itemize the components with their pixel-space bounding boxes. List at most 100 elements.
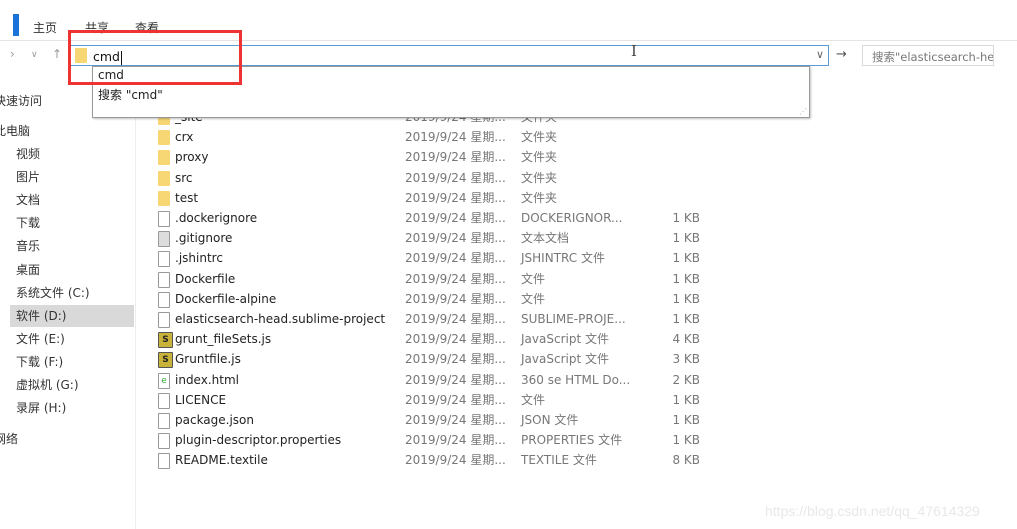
sidebar-item[interactable]: 虚拟机 (G:) (10, 374, 134, 396)
file-name: Gruntfile.js (175, 352, 241, 367)
file-date: 2019/9/24 星期... (405, 190, 506, 205)
file-size: 1 KB (672, 251, 700, 266)
file-type: JavaScript 文件 (521, 332, 609, 347)
file-date: 2019/9/24 星期... (405, 130, 506, 145)
file-row[interactable]: test 2019/9/24 星期... 文件夹 (140, 188, 720, 208)
file-date: 2019/9/24 星期... (405, 150, 506, 165)
file-name: LICENCE (175, 392, 227, 407)
file-size: 4 KB (672, 332, 700, 347)
file-row[interactable]: LICENCE 2019/9/24 星期... 文件 1 KB (140, 390, 720, 410)
sidebar-item-network[interactable]: 网络 (0, 428, 118, 450)
file-row[interactable]: .dockerignore 2019/9/24 星期... DOCKERIGNOR.… (140, 208, 720, 228)
file-type: 文件 (521, 291, 546, 306)
file-type: PROPERTIES 文件 (521, 433, 623, 448)
file-size: 8 KB (672, 453, 700, 468)
file-size: 1 KB (672, 291, 700, 306)
sidebar-item[interactable]: 视频 (10, 143, 134, 165)
file-name: elasticsearch-head.sublime-project (175, 312, 386, 326)
file-row[interactable]: plugin-descriptor.properties 2019/9/24 星期… (140, 430, 720, 450)
file-name: crx (175, 130, 194, 145)
file-row[interactable]: package.json 2019/9/24 星期... JSON 文件 1 KB (140, 410, 720, 430)
sidebar-item[interactable]: 软件 (D:) (10, 304, 134, 327)
navigation-pane: 快速访问 此电脑 视频图片文档下载音乐桌面系统文件 (C:)软件 (D:)文件 … (0, 88, 136, 529)
file-date: 2019/9/24 星期... (405, 433, 506, 448)
file-date: 2019/9/24 星期... (405, 392, 506, 407)
autocomplete-item-search[interactable]: 搜索 "cmd" (98, 86, 163, 103)
file-name: plugin-descriptor.properties (175, 433, 342, 448)
file-size: 1 KB (672, 231, 700, 246)
file-name: index.html (175, 372, 239, 387)
sidebar-item[interactable]: 文档 (10, 189, 134, 211)
file-name: package.json (175, 413, 255, 427)
sidebar-item-this-pc[interactable]: 此电脑 (0, 120, 118, 142)
file-row[interactable]: proxy 2019/9/24 星期... 文件夹 (140, 147, 720, 167)
file-type: JavaScript 文件 (521, 352, 609, 367)
file-date: 2019/9/24 星期... (405, 211, 506, 225)
file-type: 360 se HTML Do... (521, 372, 631, 387)
file-size: 2 KB (672, 372, 700, 387)
file-size: 1 KB (672, 392, 700, 407)
up-arrow-icon[interactable]: ↑ (52, 47, 62, 61)
file-type: 文本文档 (521, 231, 570, 246)
file-row[interactable]: README.textile 2019/9/24 星期... TEXTILE 文件 8… (140, 450, 720, 470)
file-row[interactable]: src 2019/9/24 星期... 文件夹 (140, 168, 720, 188)
file-name: .gitignore (175, 231, 233, 246)
file-size: 1 KB (672, 271, 700, 286)
file-date: 2019/9/24 星期... (405, 231, 506, 246)
file-date: 2019/9/24 星期... (405, 453, 506, 468)
file-type: 文件 (521, 271, 546, 286)
file-name: src (175, 170, 193, 185)
file-date: 2019/9/24 星期... (405, 413, 506, 427)
file-row[interactable]: crx 2019/9/24 星期... 文件夹 (140, 127, 720, 147)
recent-chevron-icon[interactable]: ∨ (31, 50, 38, 60)
file-date: 2019/9/24 星期... (405, 352, 506, 367)
file-row[interactable]: .gitignore 2019/9/24 星期... 文本文档 1 KB (140, 228, 720, 248)
file-row[interactable]: e index.html 2019/9/24 星期... 360 se HTML Do… (140, 370, 720, 390)
sidebar-item[interactable]: 音乐 (10, 235, 134, 257)
sidebar-item[interactable]: 系统文件 (C:) (10, 282, 134, 304)
sidebar-item[interactable]: 下载 (10, 212, 134, 234)
file-type: TEXTILE 文件 (521, 453, 597, 468)
file-row[interactable]: S Gruntfile.js 2019/9/24 星期... JavaScript 文… (140, 349, 720, 369)
file-size: 3 KB (672, 352, 700, 367)
file-row[interactable]: Dockerfile-alpine 2019/9/24 星期... 文件 1 KB (140, 289, 720, 309)
chevron-down-icon[interactable]: ∨ (816, 48, 824, 61)
file-size: 1 KB (672, 211, 700, 225)
ribbon-file-tab[interactable] (13, 14, 19, 36)
file-date: 2019/9/24 星期... (405, 251, 506, 266)
sidebar-item[interactable]: 下载 (F:) (10, 351, 134, 373)
file-row[interactable]: elasticsearch-head.sublime-project 2019/9… (140, 309, 720, 329)
file-name: Dockerfile-alpine (175, 291, 277, 306)
sidebar-item[interactable]: 桌面 (10, 259, 134, 281)
file-date: 2019/9/24 星期... (405, 372, 506, 387)
file-name: grunt_fileSets.js (175, 332, 272, 347)
sidebar-item[interactable]: 文件 (E:) (10, 328, 134, 350)
file-type: DOCKERIGNOR... (521, 211, 623, 225)
file-size: 1 KB (672, 413, 700, 427)
resize-grip-icon[interactable]: ⋰ (799, 107, 807, 116)
forward-icon[interactable]: › (10, 47, 15, 61)
file-type: 文件夹 (521, 150, 558, 165)
file-row[interactable]: .jshintrc 2019/9/24 星期... JSHINTRC 文件 1 KB (140, 248, 720, 268)
file-name: README.textile (175, 453, 268, 468)
file-date: 2019/9/24 星期... (405, 312, 506, 326)
file-row[interactable]: Dockerfile 2019/9/24 星期... 文件 1 KB (140, 269, 720, 289)
file-type: 文件夹 (521, 130, 558, 145)
search-input[interactable]: 搜索"elasticsearch-hea (862, 45, 994, 66)
file-date: 2019/9/24 星期... (405, 170, 506, 185)
file-type: 文件夹 (521, 170, 558, 185)
file-name: proxy (175, 150, 209, 165)
file-type: JSHINTRC 文件 (521, 251, 605, 266)
highlight-box (68, 30, 242, 85)
tab-home[interactable]: 主页 (33, 19, 57, 36)
file-name: test (175, 190, 199, 205)
file-type: SUBLIME-PROJE... (521, 312, 626, 326)
watermark: https://blog.csdn.net/qq_47614329 (765, 503, 980, 519)
file-type: 文件夹 (521, 190, 558, 205)
file-row[interactable]: Sgrunt_fileSets.js 2019/9/24 星期... JavaScr… (140, 329, 720, 349)
go-arrow-icon[interactable]: → (836, 47, 847, 62)
ibeam-cursor-icon: I (631, 42, 637, 60)
file-size: 1 KB (672, 312, 700, 326)
sidebar-item[interactable]: 录屏 (H:) (10, 397, 134, 419)
sidebar-item[interactable]: 图片 (10, 166, 134, 188)
